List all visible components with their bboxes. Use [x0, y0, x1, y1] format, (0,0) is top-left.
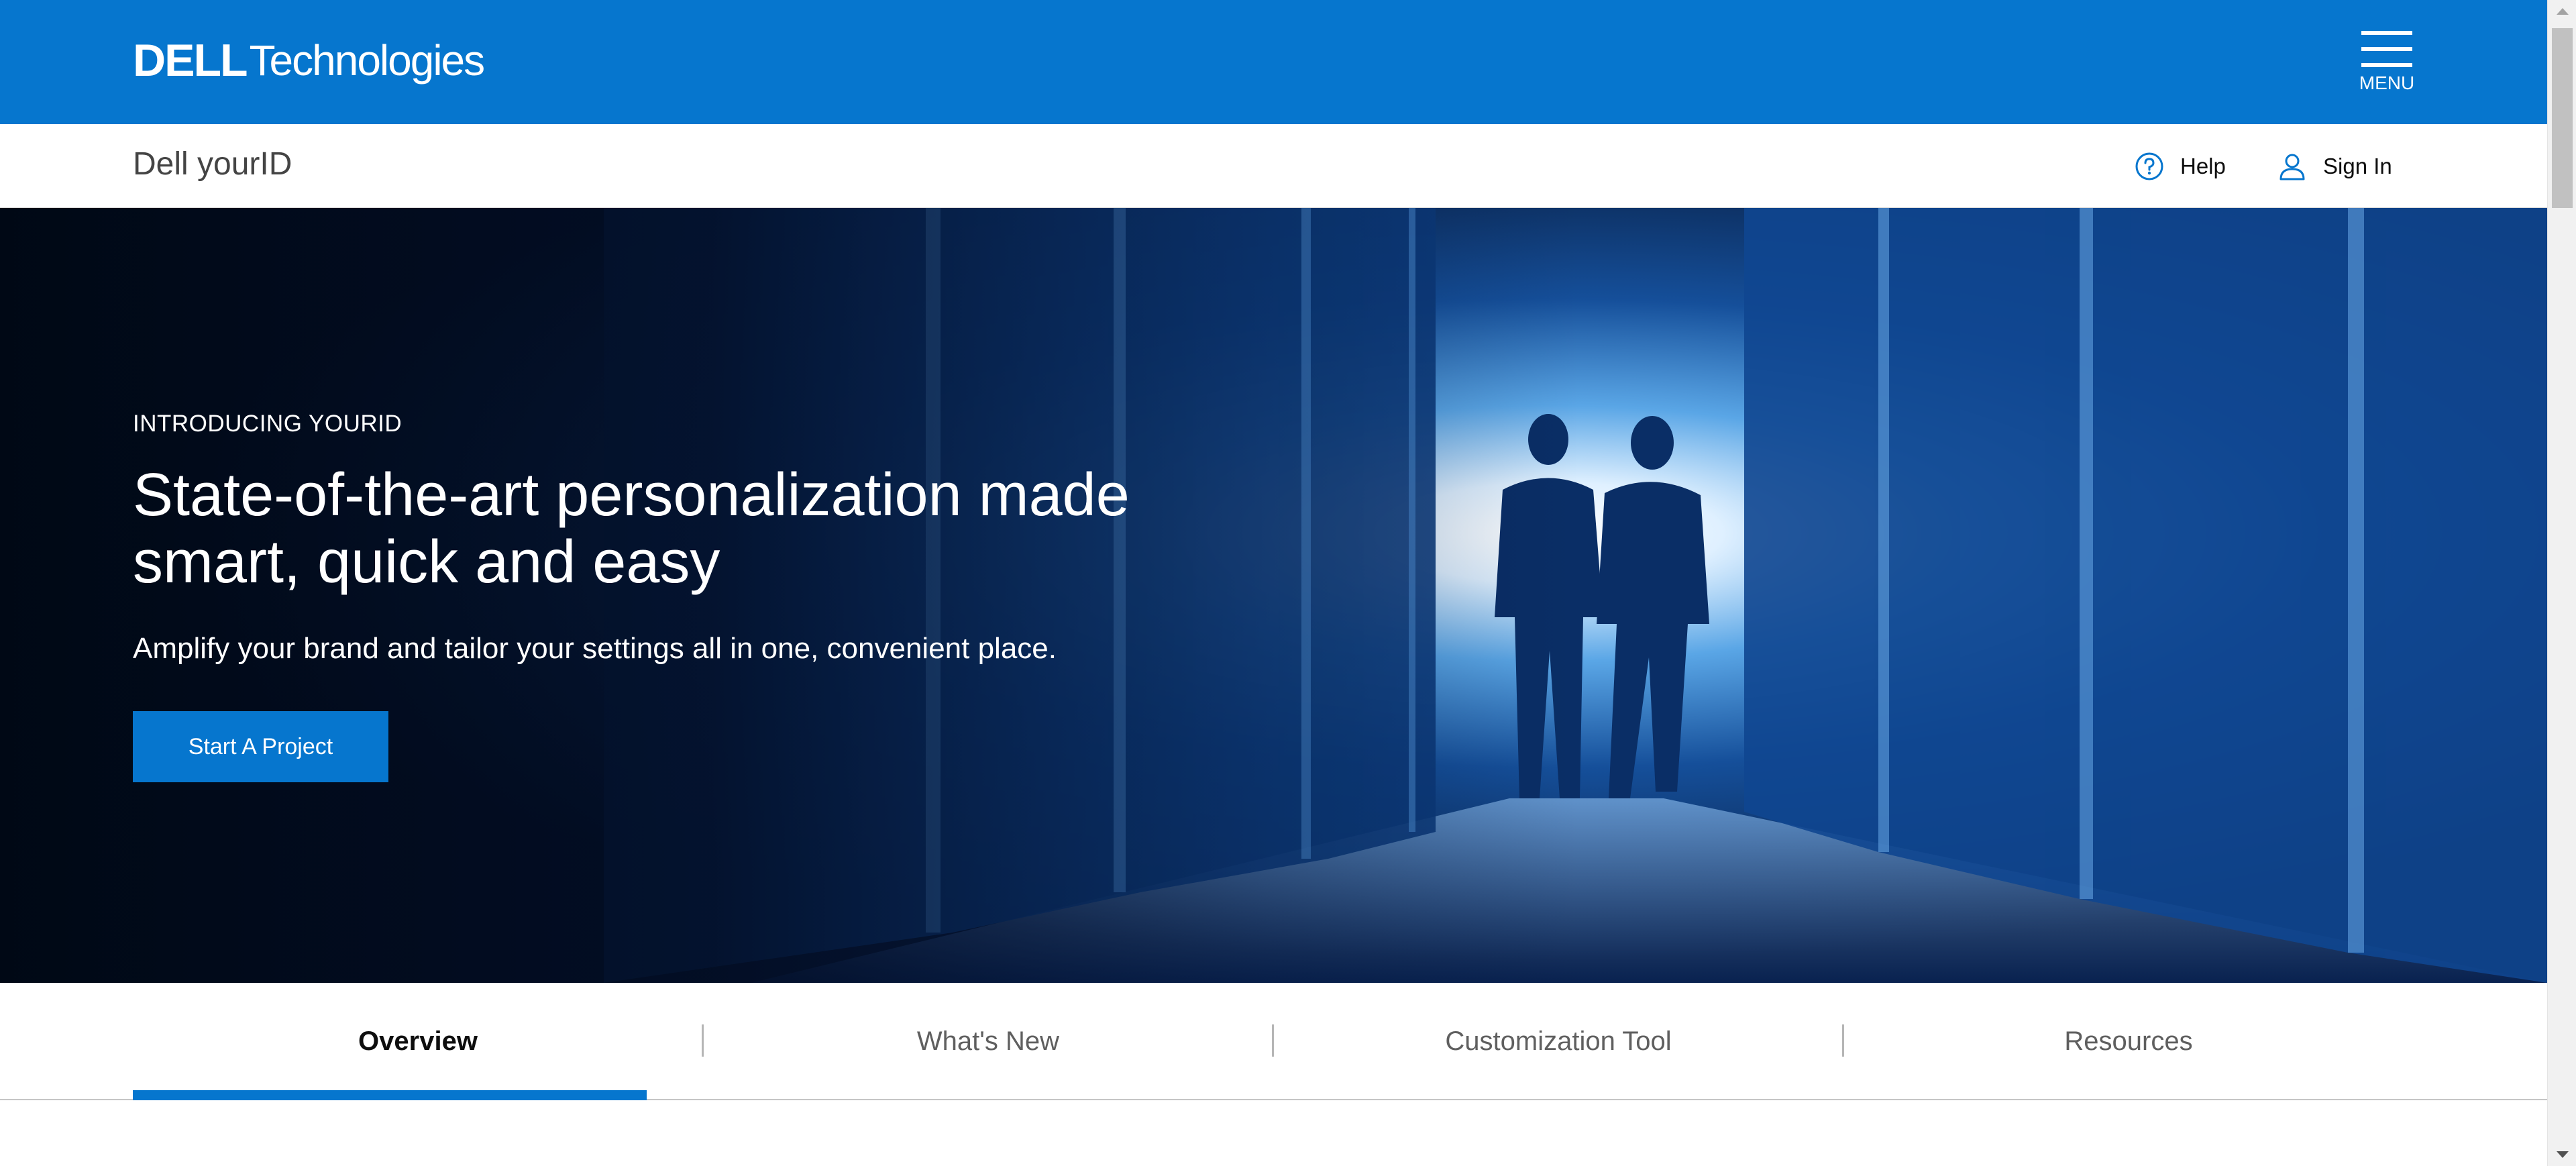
- scrollbar-thumb[interactable]: [2552, 28, 2573, 208]
- hamburger-icon: [2361, 31, 2412, 70]
- menu-label: MENU: [2359, 72, 2415, 93]
- vertical-scrollbar[interactable]: [2547, 0, 2576, 1166]
- tab-overview[interactable]: Overview: [133, 983, 703, 1100]
- tab-customization-tool[interactable]: Customization Tool: [1273, 983, 1843, 1100]
- help-link[interactable]: Help: [2135, 150, 2226, 183]
- question-circle-icon: [2135, 152, 2163, 180]
- start-project-button[interactable]: Start A Project: [133, 711, 388, 782]
- sign-in-label: Sign In: [2323, 154, 2392, 178]
- scroll-down-arrow-icon[interactable]: [2557, 1151, 2569, 1158]
- product-subheader: Dell yourID Help Sign In: [0, 124, 2547, 208]
- tab-whats-new[interactable]: What's New: [703, 983, 1273, 1100]
- section-tabs: Overview What's New Customization Tool R…: [0, 983, 2547, 1100]
- scroll-up-arrow-icon[interactable]: [2557, 8, 2569, 15]
- hero-banner: INTRODUCING YOURID State-of-the-art pers…: [0, 208, 2547, 983]
- active-tab-indicator: [133, 1090, 647, 1100]
- hero-headline-line1: State-of-the-art personalization made: [133, 462, 1130, 529]
- hero-eyebrow: INTRODUCING YOURID: [133, 411, 402, 437]
- user-icon: [2279, 154, 2305, 180]
- sign-in-link[interactable]: Sign In: [2277, 150, 2392, 183]
- tab-resources[interactable]: Resources: [1843, 983, 2414, 1100]
- logo-technologies-text: Technologies: [249, 36, 486, 85]
- menu-button[interactable]: MENU: [2359, 31, 2414, 97]
- hero-headline: State-of-the-art personalization made sm…: [133, 462, 1240, 596]
- dell-technologies-logo[interactable]: DELL Technologies: [133, 34, 486, 87]
- hero-headline-line2: smart, quick and easy: [133, 529, 720, 596]
- page: DELL Technologies MENU Dell yourID Help …: [0, 0, 2576, 1166]
- help-label: Help: [2180, 154, 2226, 178]
- hero-subtext: Amplify your brand and tailor your setti…: [133, 632, 1057, 665]
- product-title: Dell yourID: [133, 146, 292, 182]
- page-content: DELL Technologies MENU Dell yourID Help …: [0, 0, 2547, 1166]
- logo-dell-text: DELL: [133, 35, 248, 86]
- top-navigation-bar: DELL Technologies MENU: [0, 0, 2547, 124]
